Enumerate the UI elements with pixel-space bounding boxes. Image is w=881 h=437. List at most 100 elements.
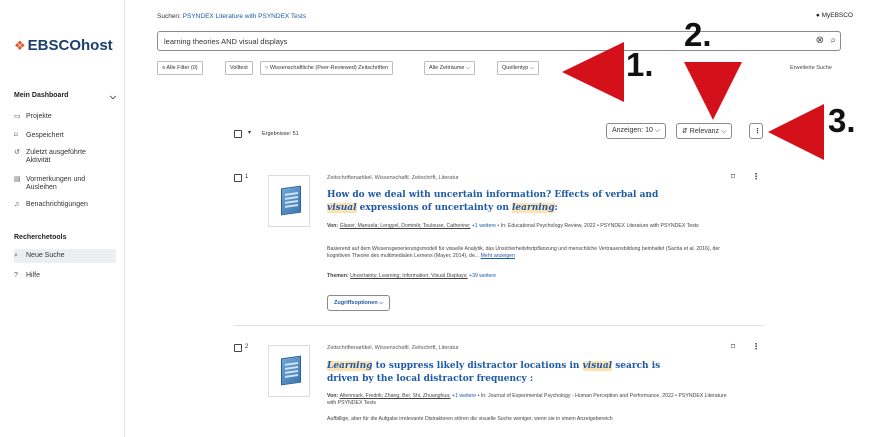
title-highlight: visual bbox=[327, 203, 357, 213]
annotation-arrow-3 bbox=[768, 104, 824, 160]
bookmark-icon[interactable]: ⌑ bbox=[731, 172, 735, 181]
result-title-link[interactable]: Learning to suppress likely distractor l… bbox=[327, 360, 687, 386]
more-options-button[interactable]: ⋮ bbox=[749, 123, 763, 139]
history-icon: ↺ bbox=[14, 149, 20, 156]
result-meta: Zeitschriftenartikel, Wissenschaftl. Zei… bbox=[327, 175, 459, 181]
chevron-down-icon: ⌵ bbox=[109, 92, 116, 101]
volltext-filter-button[interactable]: Volltext bbox=[225, 61, 253, 75]
chevron-down-icon[interactable]: ▾ bbox=[248, 129, 251, 136]
ebsco-mark-icon: ❖ bbox=[14, 38, 26, 53]
title-part: expressions of uncertainty on bbox=[356, 203, 512, 213]
sidebar-item-label: Hilfe bbox=[26, 272, 41, 279]
sort-dropdown[interactable]: ⇵ Relevanz ⌵ bbox=[676, 123, 733, 139]
user-icon: ● bbox=[815, 12, 820, 19]
search-scope-prefix: Suchen: bbox=[157, 13, 181, 20]
result-authors: Von: Glaser, Manuela; Lengyel, Dominik; … bbox=[327, 223, 727, 230]
bell-icon: ♫ bbox=[14, 201, 20, 208]
result-number: 2 bbox=[245, 344, 249, 350]
list-icon: ▤ bbox=[14, 176, 21, 183]
authors-prefix: Von: bbox=[327, 223, 340, 229]
title-highlight: visual bbox=[582, 361, 613, 371]
clear-icon[interactable]: ⊗ bbox=[816, 35, 824, 46]
annotation-number-1: 1. bbox=[626, 46, 654, 83]
results-count: Ergebnisse: 51 bbox=[262, 131, 299, 137]
help-icon: ? bbox=[14, 272, 18, 279]
annotation-number-2: 2. bbox=[684, 16, 712, 53]
sidebar-divider bbox=[124, 0, 125, 437]
sidebar-item-hilfe[interactable]: ? Hilfe bbox=[14, 272, 116, 280]
folder-icon: ▭ bbox=[14, 113, 21, 120]
title-part: to suppress likely distractor locations … bbox=[372, 361, 583, 371]
sidebar-item-label: Vormerkungen und Ausleihen bbox=[26, 176, 86, 191]
bookmark-icon[interactable]: ⌑ bbox=[731, 342, 735, 351]
result-separator bbox=[234, 325, 764, 326]
document-icon bbox=[281, 185, 301, 216]
dashboard-toggle[interactable]: Mein Dashboard ⌵ bbox=[14, 92, 116, 101]
search-scope: Suchen: PSYNDEX Literature with PSYNDEX … bbox=[157, 13, 306, 20]
annotation-arrow-2 bbox=[684, 62, 742, 120]
annotation-arrow-1 bbox=[562, 42, 624, 102]
show-more-link[interactable]: Mehr anzeigen bbox=[481, 253, 515, 259]
annotation-number-3: 3. bbox=[828, 102, 856, 139]
search-icon[interactable]: ⌕ bbox=[830, 35, 836, 46]
more-authors-link[interactable]: +1 weitere bbox=[470, 223, 496, 229]
myebsco-button[interactable]: ● MyEBSCO bbox=[816, 12, 853, 19]
myebsco-label: MyEBSCO bbox=[821, 12, 853, 19]
dashboard-label: Mein Dashboard bbox=[14, 92, 69, 99]
sidebar-item-label: Projekte bbox=[26, 113, 52, 120]
result-abstract: Auffällige, aber für die Aufgabe irrelev… bbox=[327, 416, 732, 423]
result-title-link[interactable]: How do we deal with uncertain informatio… bbox=[327, 189, 687, 215]
subjects-prefix: Themen: bbox=[327, 273, 351, 279]
logo-text: EBSCOhost bbox=[27, 37, 113, 54]
sidebar-item-neue-suche[interactable]: ⌕ Neue Suche bbox=[14, 252, 116, 260]
result-authors: Von: Allenmark, Fredrik; Zhang, Bei; Shi… bbox=[327, 393, 727, 407]
more-subjects-link[interactable]: +39 weitere bbox=[468, 273, 496, 279]
title-part: : bbox=[554, 203, 558, 213]
sidebar-item-aktivitaet[interactable]: ↺ Zuletzt ausgeführte Aktivität bbox=[14, 149, 116, 165]
result-more-icon[interactable]: ⋮ bbox=[752, 172, 760, 181]
sidebar-item-vormerkungen[interactable]: ▤ Vormerkungen und Ausleihen bbox=[14, 176, 116, 192]
ebscohost-logo[interactable]: ❖ EBSCOhost bbox=[14, 37, 113, 54]
page-size-dropdown[interactable]: Anzeigen: 10 ⌵ bbox=[606, 123, 667, 139]
peer-reviewed-filter-button[interactable]: ○ Wissenschaftliche (Peer-Reviewed) Zeit… bbox=[260, 61, 394, 75]
title-highlight: Learning bbox=[327, 361, 373, 371]
abstract-text: Auffällige, aber für die Aufgabe irrelev… bbox=[327, 416, 613, 422]
database-link[interactable]: PSYNDEX Literature with PSYNDEX Tests bbox=[183, 13, 306, 20]
result-checkbox[interactable] bbox=[234, 344, 242, 352]
sidebar-item-projekte[interactable]: ▭ Projekte bbox=[14, 113, 116, 121]
more-authors-link[interactable]: +1 weitere bbox=[451, 393, 476, 399]
recherchetools-heading: Recherchetools bbox=[14, 234, 67, 241]
document-icon bbox=[281, 355, 301, 386]
author-links[interactable]: Allenmark, Fredrik; Zhang, Bei; Shi, Zhu… bbox=[340, 393, 451, 399]
select-all-checkbox[interactable] bbox=[234, 130, 242, 138]
search-query-text: learning theories AND visual displays bbox=[164, 37, 288, 46]
result-more-icon[interactable]: ⋮ bbox=[752, 342, 760, 351]
advanced-search-link[interactable]: Erweiterte Suche bbox=[790, 65, 832, 71]
search-icon: ⌕ bbox=[14, 252, 18, 259]
abstract-text: Basierend auf dem Wissensgenerierungsmod… bbox=[327, 246, 721, 259]
result-subjects: Themen: Uncertainty; Learning; Informati… bbox=[327, 273, 496, 279]
sidebar-item-benachrichtigungen[interactable]: ♫ Benachrichtigungen bbox=[14, 201, 116, 209]
all-filters-button[interactable]: ≡ Alle Filter (0) bbox=[157, 61, 203, 75]
bookmark-icon: ⌑ bbox=[14, 132, 18, 139]
title-highlight: learning bbox=[512, 203, 555, 213]
sidebar-item-label: Zuletzt ausgeführte Aktivität bbox=[26, 149, 86, 164]
sidebar-item-gespeichert[interactable]: ⌑ Gespeichert bbox=[14, 132, 116, 140]
result-thumbnail[interactable] bbox=[268, 345, 310, 397]
date-range-dropdown[interactable]: Alle Zeiträume ⌵ bbox=[424, 61, 476, 75]
subject-links[interactable]: Uncertainty; Learning; Information; Visu… bbox=[350, 273, 468, 279]
sidebar-item-label: Gespeichert bbox=[26, 132, 64, 139]
search-input[interactable]: learning theories AND visual displays ⊗ … bbox=[157, 31, 841, 51]
result-source: • In: Educational Psychology Review, 202… bbox=[495, 223, 699, 229]
result-meta: Zeitschriftenartikel, Wissenschaftl. Zei… bbox=[327, 345, 459, 351]
sidebar-item-label: Benachrichtigungen bbox=[26, 201, 88, 208]
access-options-dropdown[interactable]: Zugriffsoptionen ⌵ bbox=[327, 295, 391, 311]
result-checkbox[interactable] bbox=[234, 174, 242, 182]
title-part: How do we deal with uncertain informatio… bbox=[327, 190, 659, 200]
sidebar-item-label: Neue Suche bbox=[26, 252, 65, 259]
result-abstract: Basierend auf dem Wissensgenerierungsmod… bbox=[327, 246, 732, 260]
author-links[interactable]: Glaser, Manuela; Lengyel, Dominik; Toulo… bbox=[340, 223, 471, 229]
result-thumbnail[interactable] bbox=[268, 175, 310, 227]
source-type-dropdown[interactable]: Quellentyp ⌵ bbox=[497, 61, 539, 75]
authors-prefix: Von: bbox=[327, 393, 340, 399]
